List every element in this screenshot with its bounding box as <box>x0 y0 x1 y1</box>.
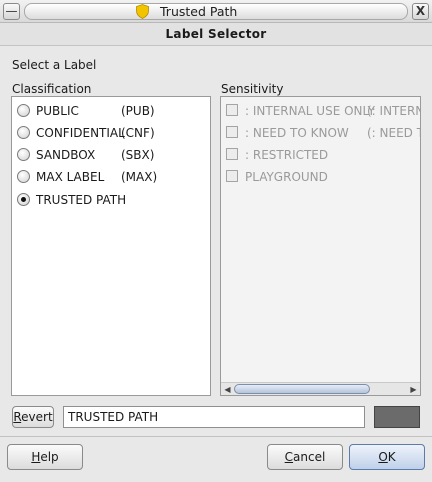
sensitivity-list: : INTERNAL USE ONLY (: INTERNA : NEED TO… <box>220 96 421 396</box>
label-color-swatch <box>374 406 420 428</box>
classification-list: PUBLIC (PUB) CONFIDENTIAL (CNF) SANDBOX … <box>11 96 211 396</box>
window-title-bar[interactable]: — Trusted Path X <box>0 0 432 23</box>
ok-mnemonic: O <box>378 450 388 464</box>
sensitivity-code: (: NEED TO <box>367 126 420 140</box>
label-text-value: TRUSTED PATH <box>68 410 159 424</box>
classification-option-confidential[interactable]: CONFIDENTIAL (CNF) <box>17 124 207 142</box>
sensitivity-horizontal-scrollbar[interactable]: ◀ ▶ <box>221 382 420 395</box>
classification-option-sandbox[interactable]: SANDBOX (SBX) <box>17 146 207 164</box>
sensitivity-name: : INTERNAL USE ONLY <box>245 104 375 118</box>
revert-mnemonic: R <box>13 410 22 424</box>
help-button[interactable]: Help <box>7 444 83 470</box>
radio-button[interactable] <box>17 170 30 183</box>
scroll-left-arrow-icon[interactable]: ◀ <box>222 384 233 395</box>
classification-code: (PUB) <box>121 104 155 118</box>
sensitivity-option-playground[interactable]: PLAYGROUND <box>226 168 420 186</box>
classification-code: (SBX) <box>121 148 155 162</box>
checkbox[interactable] <box>226 126 238 138</box>
radio-button[interactable] <box>17 104 30 117</box>
window-menu-icon: — <box>5 4 18 18</box>
checkbox[interactable] <box>226 148 238 160</box>
dialog-header: Label Selector <box>0 23 432 46</box>
checkbox[interactable] <box>226 170 238 182</box>
scrollbar-thumb[interactable] <box>234 384 370 394</box>
ok-button[interactable]: OK <box>349 444 425 470</box>
cancel-label: ancel <box>293 450 326 464</box>
sensitivity-heading: Sensitivity <box>221 82 284 96</box>
sensitivity-name: PLAYGROUND <box>245 170 328 184</box>
sensitivity-code: (: INTERNA <box>367 104 420 118</box>
classification-name: MAX LABEL <box>36 170 105 184</box>
radio-button-selected[interactable] <box>17 193 30 206</box>
window-close-button[interactable]: X <box>412 3 429 20</box>
scroll-right-arrow-icon[interactable]: ▶ <box>408 384 419 395</box>
checkbox[interactable] <box>226 104 238 116</box>
window-menu-button[interactable]: — <box>3 3 20 20</box>
revert-button[interactable]: Revert <box>12 406 54 428</box>
classification-code: (MAX) <box>121 170 158 184</box>
classification-heading: Classification <box>12 82 92 96</box>
classification-option-max-label[interactable]: MAX LABEL (MAX) <box>17 168 207 186</box>
classification-name: SANDBOX <box>36 148 96 162</box>
help-label: elp <box>40 450 59 464</box>
button-bar-divider <box>0 436 432 437</box>
ok-label: K <box>387 450 396 464</box>
classification-name: PUBLIC <box>36 104 79 118</box>
sensitivity-option-internal-use-only[interactable]: : INTERNAL USE ONLY (: INTERNA <box>226 102 420 120</box>
revert-label: evert <box>21 410 53 424</box>
radio-button[interactable] <box>17 126 30 139</box>
close-icon: X <box>415 4 426 18</box>
classification-name: CONFIDENTIAL <box>36 126 125 140</box>
classification-code: (CNF) <box>121 126 155 140</box>
select-label-prompt: Select a Label <box>12 58 97 72</box>
classification-option-public[interactable]: PUBLIC (PUB) <box>17 102 207 120</box>
sensitivity-name: : RESTRICTED <box>245 148 329 162</box>
help-mnemonic: H <box>31 450 41 464</box>
classification-name: TRUSTED PATH <box>36 193 127 207</box>
sensitivity-option-restricted[interactable]: : RESTRICTED <box>226 146 420 164</box>
window-title: Trusted Path <box>160 4 238 19</box>
cancel-button[interactable]: Cancel <box>267 444 343 470</box>
sensitivity-option-need-to-know[interactable]: : NEED TO KNOW (: NEED TO <box>226 124 420 142</box>
cancel-mnemonic: C <box>284 450 294 464</box>
trusted-path-shield-icon <box>136 4 149 19</box>
classification-option-trusted-path[interactable]: TRUSTED PATH <box>17 191 207 209</box>
label-text-field[interactable]: TRUSTED PATH <box>63 406 365 428</box>
radio-button[interactable] <box>17 148 30 161</box>
sensitivity-name: : NEED TO KNOW <box>245 126 349 140</box>
dialog-header-title: Label Selector <box>165 27 267 41</box>
